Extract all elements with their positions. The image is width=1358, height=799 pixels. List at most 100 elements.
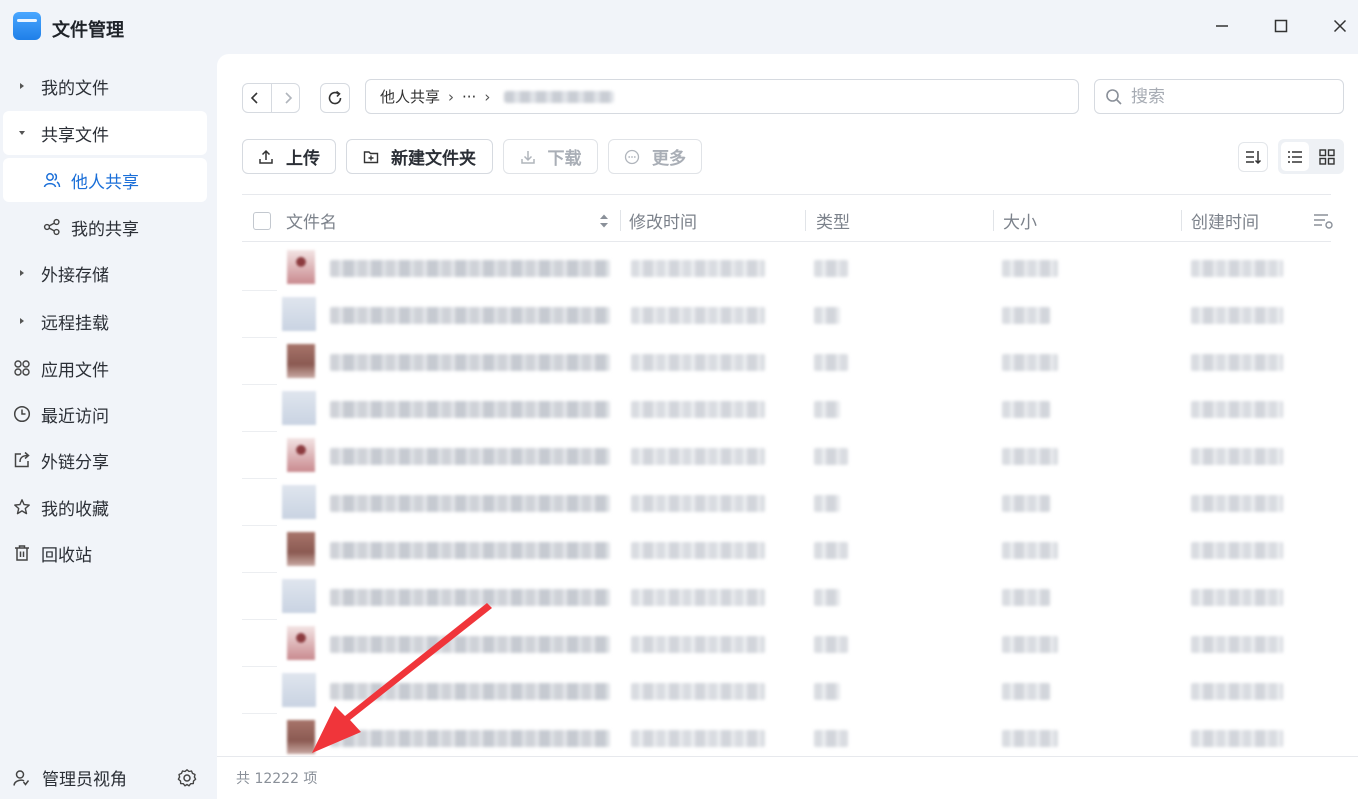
table-row[interactable] [242, 714, 1331, 756]
select-all-checkbox[interactable] [253, 199, 271, 242]
minimize-button[interactable] [1210, 14, 1234, 38]
modified-time-cell [631, 354, 765, 371]
forward-button[interactable] [281, 91, 295, 105]
breadcrumb[interactable]: 他人共享 › ··· › [365, 79, 1079, 114]
size-cell [1002, 260, 1058, 277]
back-button[interactable] [248, 91, 262, 105]
app-logo-icon [13, 12, 41, 40]
refresh-button[interactable] [320, 83, 350, 113]
sidebar-item-label: 回收站 [41, 545, 92, 566]
search-field[interactable] [1094, 79, 1344, 114]
table-row[interactable] [242, 479, 1331, 526]
sidebar-item-external-storage[interactable]: 外接存储 [3, 251, 207, 295]
file-name-cell [330, 307, 610, 324]
admin-user-icon [0, 769, 42, 787]
file-thumbnail [287, 720, 315, 754]
title-bar: 文件管理 [0, 0, 1358, 54]
file-name-cell [330, 683, 610, 700]
size-cell [1002, 683, 1050, 700]
column-header-created[interactable]: 创建时间 [1191, 199, 1259, 242]
type-cell [814, 354, 848, 371]
more-label: 更多 [652, 149, 686, 169]
refresh-icon [328, 90, 342, 105]
file-thumbnail [287, 344, 315, 378]
sidebar-item-app-files[interactable]: 应用文件 [3, 346, 207, 390]
size-cell [1002, 401, 1050, 418]
upload-button[interactable]: 上传 [242, 139, 336, 174]
sidebar-item-label: 他人共享 [71, 172, 139, 193]
size-cell [1002, 636, 1058, 653]
maximize-button[interactable] [1269, 14, 1293, 38]
table-row[interactable] [242, 667, 1331, 714]
sidebar-item-label: 外接存储 [41, 265, 109, 286]
breadcrumb-ellipsis[interactable]: ··· [462, 88, 476, 106]
new-folder-button[interactable]: 新建文件夹 [346, 139, 493, 174]
admin-view-bar[interactable]: 管理员视角 [0, 756, 217, 799]
sidebar-item-remote-mount[interactable]: 远程挂载 [3, 299, 207, 343]
table-row[interactable] [242, 620, 1331, 667]
file-thumbnail [287, 532, 315, 566]
sidebar-item-shared-files[interactable]: 共享文件 [3, 111, 207, 155]
modified-time-cell [631, 495, 765, 512]
caret-right-icon [3, 82, 41, 90]
sidebar-item-recycle-bin[interactable]: 回收站 [3, 531, 207, 575]
users-icon [3, 171, 71, 189]
table-row[interactable] [242, 385, 1331, 432]
status-bar: 共 12222 项 [217, 756, 1358, 799]
column-header-type[interactable]: 类型 [816, 199, 850, 242]
download-button[interactable]: 下载 [503, 139, 598, 174]
sort-indicator-icon[interactable] [599, 199, 609, 242]
file-name-cell [330, 260, 610, 277]
size-cell [1002, 448, 1058, 465]
size-cell [1002, 589, 1050, 606]
created-time-cell [1191, 636, 1283, 653]
table-row[interactable] [242, 338, 1331, 385]
settings-gear-icon[interactable] [177, 768, 197, 793]
column-header-name[interactable]: 文件名 [286, 199, 337, 242]
history-nav [242, 83, 300, 113]
modified-time-cell [631, 636, 765, 653]
sidebar-item-link-share[interactable]: 外链分享 [3, 438, 207, 482]
size-cell [1002, 495, 1050, 512]
created-time-cell [1191, 260, 1283, 277]
breadcrumb-current-folder[interactable] [504, 90, 615, 103]
close-button[interactable] [1328, 14, 1352, 38]
more-button[interactable]: 更多 [608, 139, 702, 174]
sidebar-item-shared-with-me[interactable]: 他人共享 [3, 158, 207, 202]
modified-time-cell [631, 260, 765, 277]
table-row[interactable] [242, 573, 1331, 620]
sort-button[interactable] [1238, 142, 1268, 172]
column-settings-icon[interactable] [1313, 199, 1335, 242]
column-header-size[interactable]: 大小 [1003, 199, 1037, 242]
sidebar-item-my-files[interactable]: 我的文件 [3, 64, 207, 108]
search-input[interactable] [1131, 86, 1331, 107]
file-thumbnail [282, 673, 316, 707]
upload-label: 上传 [286, 149, 320, 169]
column-header-modified[interactable]: 修改时间 [629, 199, 697, 242]
file-thumbnail [282, 485, 316, 519]
list-icon [1288, 150, 1302, 163]
modified-time-cell [631, 683, 765, 700]
sidebar-item-recent[interactable]: 最近访问 [3, 392, 207, 436]
table-row[interactable] [242, 244, 1331, 291]
type-cell [814, 589, 840, 606]
item-count: 共 12222 项 [236, 771, 318, 787]
chevron-right-icon [284, 92, 292, 104]
created-time-cell [1191, 495, 1283, 512]
size-cell [1002, 307, 1050, 324]
grid-view-button[interactable] [1313, 142, 1341, 171]
table-row[interactable] [242, 291, 1331, 338]
table-row[interactable] [242, 432, 1331, 479]
breadcrumb-root[interactable]: 他人共享 [380, 86, 440, 107]
modified-time-cell [631, 589, 765, 606]
sidebar-item-label: 我的文件 [41, 78, 109, 99]
search-icon [1106, 88, 1122, 105]
upload-icon [259, 149, 273, 164]
sidebar-item-favorites[interactable]: 我的收藏 [3, 485, 207, 529]
table-row[interactable] [242, 526, 1331, 573]
list-view-button[interactable] [1281, 142, 1309, 171]
sidebar-item-my-shares[interactable]: 我的共享 [3, 205, 207, 249]
file-name-cell [330, 354, 610, 371]
sidebar: 我的文件 共享文件 他人共享 我的共享 外接存储 远程挂载 应用文件 最近访问 [0, 54, 217, 799]
trash-icon [3, 544, 41, 562]
